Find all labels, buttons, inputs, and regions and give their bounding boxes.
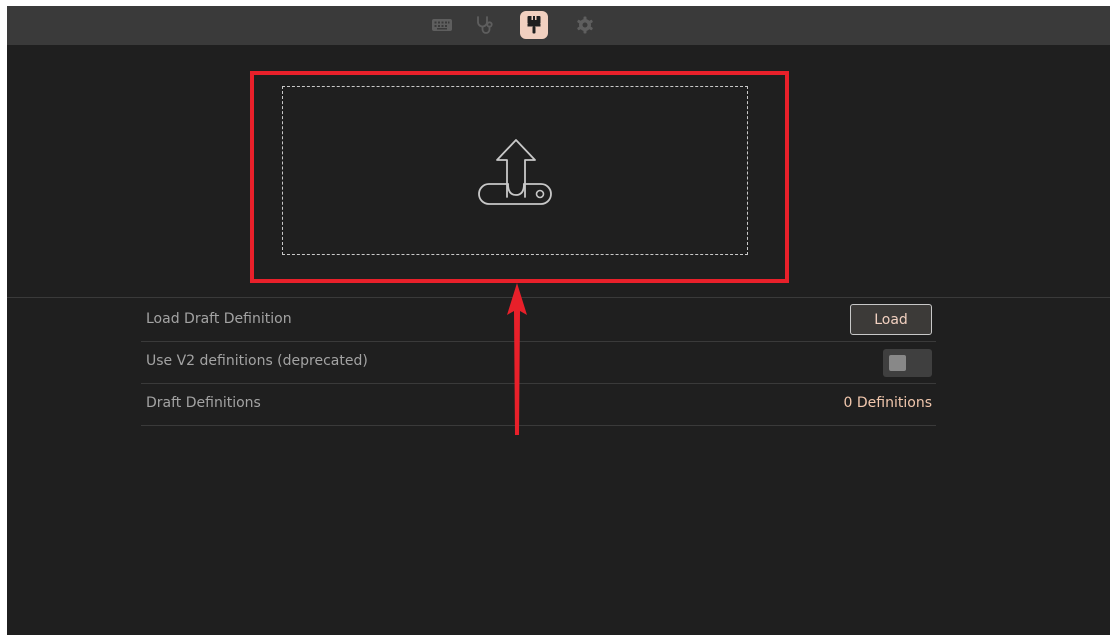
toggle-knob — [889, 355, 906, 371]
tab-keyboard[interactable] — [428, 11, 456, 39]
upload-tray-icon — [478, 139, 552, 205]
paintbrush-icon — [527, 16, 541, 34]
top-toolbar — [7, 6, 1110, 45]
setting-row-draft-definitions: Draft Definitions 0 Definitions — [141, 384, 936, 426]
upload-drop-zone[interactable] — [282, 86, 748, 255]
panel-divider — [7, 297, 1110, 298]
tab-paintbrush[interactable] — [520, 11, 548, 39]
load-button[interactable]: Load — [850, 304, 932, 335]
tab-diagnostics[interactable] — [471, 11, 499, 39]
keyboard-icon — [432, 19, 452, 31]
setting-row-load-draft: Load Draft Definition Load — [141, 300, 936, 342]
stethoscope-icon — [477, 16, 493, 34]
use-v2-toggle[interactable] — [883, 349, 932, 377]
gear-icon — [577, 16, 593, 34]
draft-definitions-label: Draft Definitions — [146, 395, 261, 411]
tab-settings[interactable] — [571, 11, 599, 39]
annotation-arrow — [507, 283, 527, 435]
draft-definitions-count: 0 Definitions — [843, 395, 932, 411]
setting-row-use-v2: Use V2 definitions (deprecated) — [141, 342, 936, 384]
use-v2-label: Use V2 definitions (deprecated) — [146, 353, 368, 369]
app-window: Load Draft Definition Load Use V2 defini… — [7, 6, 1110, 635]
load-draft-label: Load Draft Definition — [146, 311, 292, 327]
